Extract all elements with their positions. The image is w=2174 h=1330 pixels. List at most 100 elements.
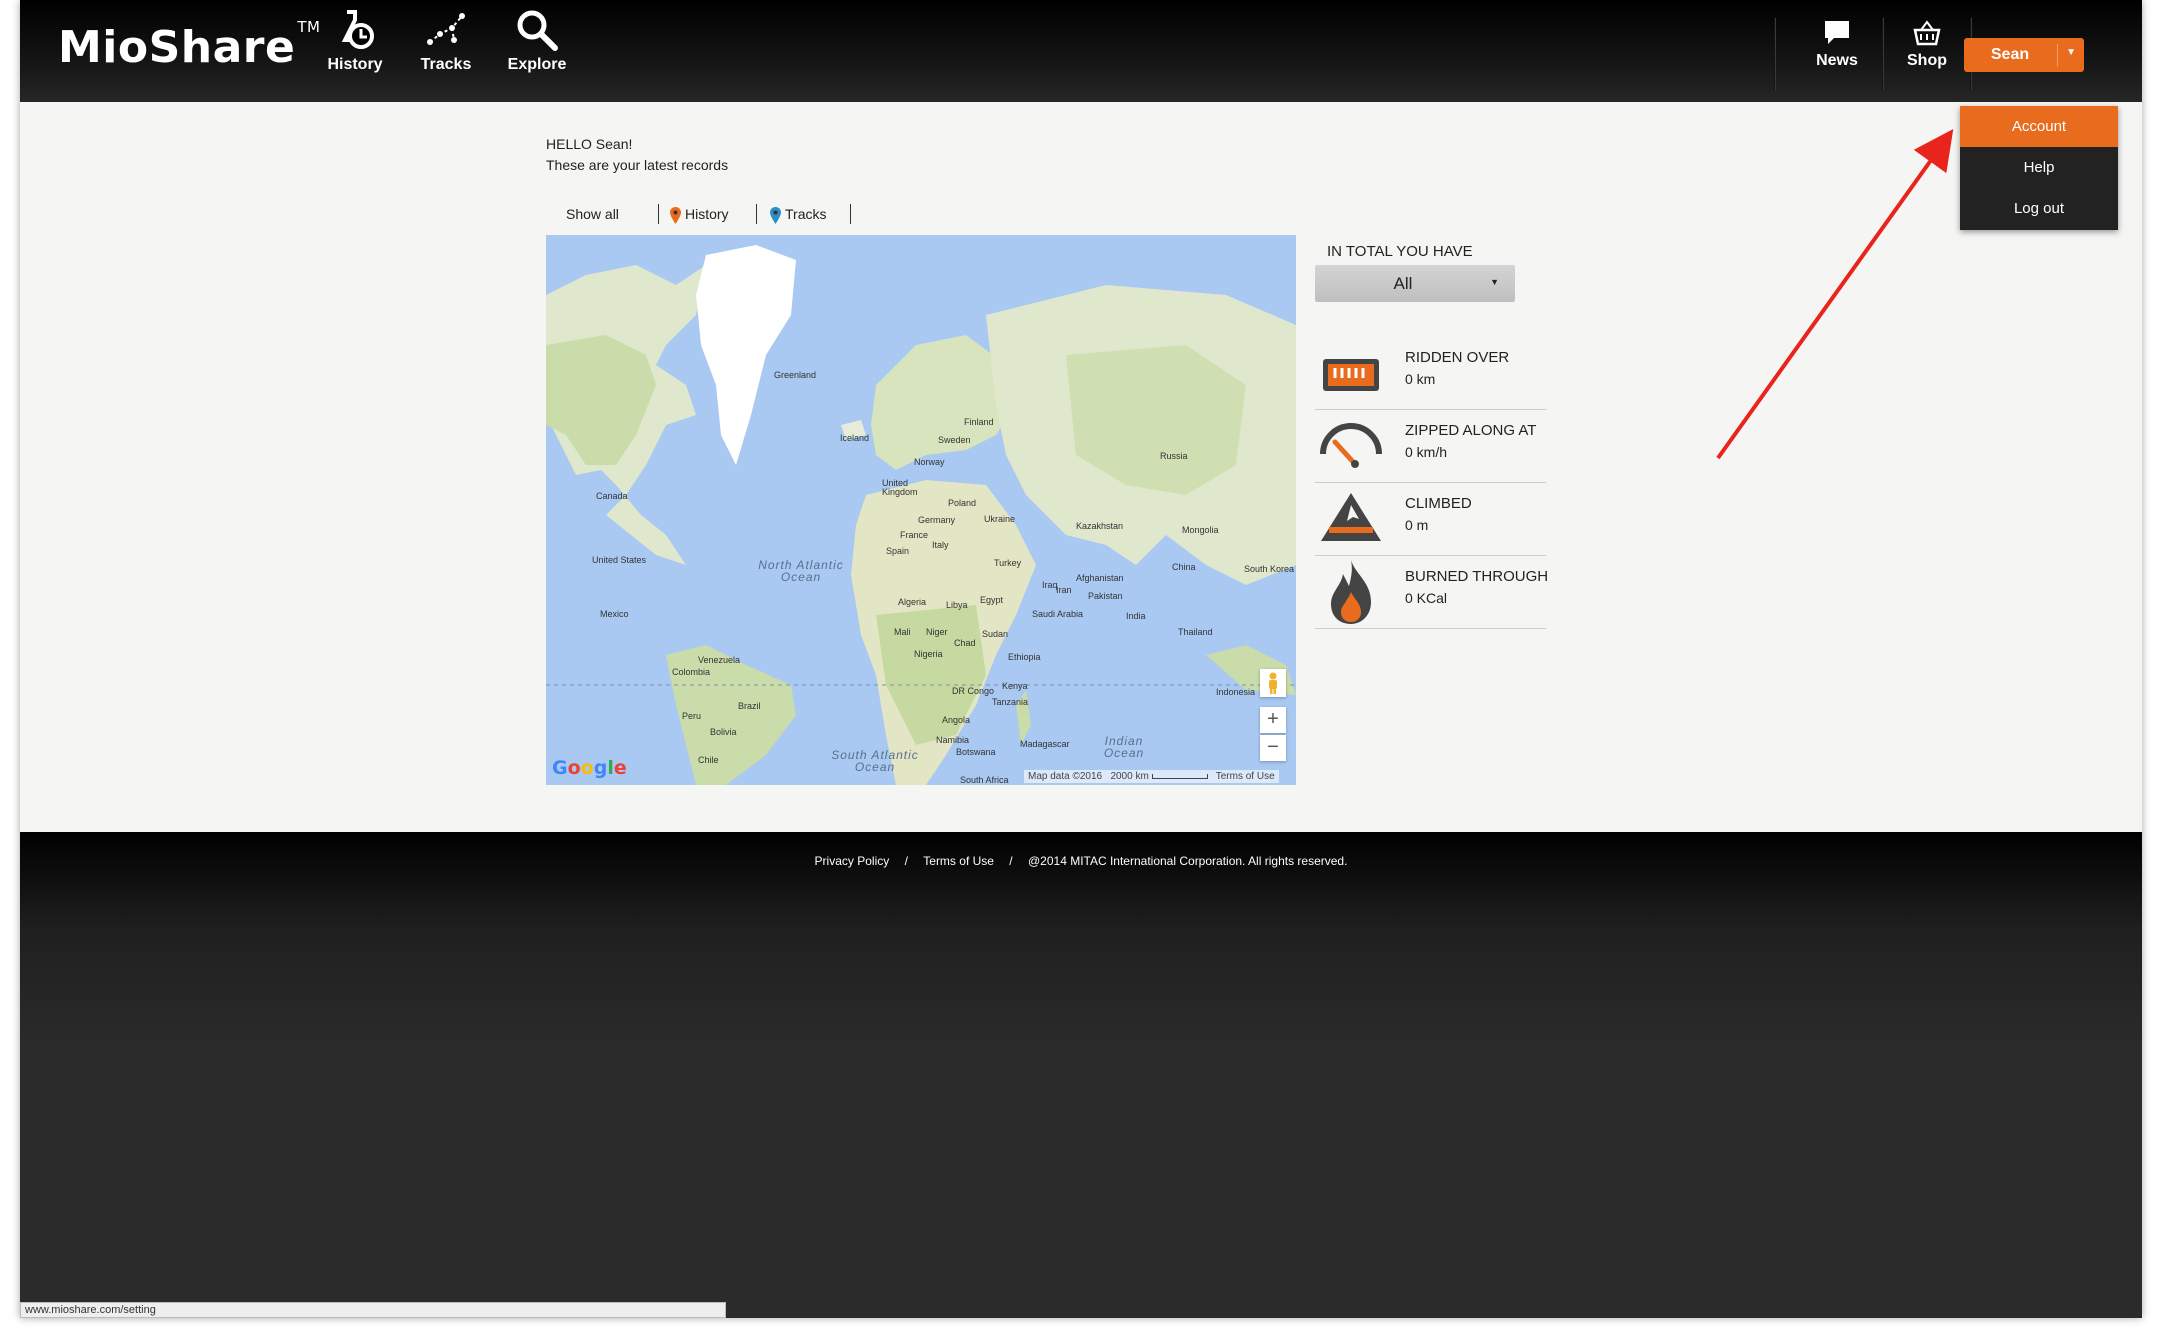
map-label: United Kingdom — [882, 478, 918, 497]
map-label: Madagascar — [1020, 739, 1070, 749]
pegman-icon[interactable] — [1260, 669, 1286, 697]
map-label: Spain — [886, 546, 910, 556]
user-dropdown-menu: Account Help Log out — [1960, 106, 2118, 230]
map-label: Norway — [914, 457, 945, 467]
map-label: Venezuela — [698, 655, 741, 665]
map-label: Namibia — [936, 735, 970, 745]
greeting: HELLO Sean! These are your latest record… — [546, 134, 728, 176]
map-label: Mexico — [600, 609, 629, 619]
odometer-icon — [1323, 359, 1379, 391]
nav-tracks[interactable]: Tracks — [401, 8, 491, 88]
map-label: Ethiopia — [1008, 652, 1041, 662]
map-attribution: Map data ©2016 2000 km Terms of Use — [1024, 770, 1279, 783]
map-label: Brazil — [738, 701, 761, 711]
stat-title: ZIPPED ALONG AT — [1405, 422, 1537, 439]
map-label: Poland — [948, 498, 977, 508]
map-label: Thailand — [1178, 627, 1213, 637]
mountain-icon — [1321, 493, 1381, 541]
nav-divider — [1774, 18, 1776, 90]
map-label: Germany — [918, 515, 956, 525]
copyright-text: @2014 MITAC International Corporation. A… — [1027, 854, 1348, 868]
top-nav-bar: MioShare TM History Tracks Explore News … — [20, 0, 2142, 102]
flame-icon — [1331, 560, 1371, 624]
map-data-text: Map data ©2016 — [1028, 771, 1103, 782]
nav-shop[interactable]: Shop — [1882, 18, 1972, 98]
ocean-label: North Atlantic Ocean — [758, 558, 844, 584]
stat-climb: CLIMBED 0 m — [1315, 483, 1546, 556]
filter-divider — [850, 204, 851, 224]
map-label: Russia — [1160, 451, 1188, 461]
stat-calories: BURNED THROUGH 0 KCal — [1315, 556, 1549, 629]
user-menu-button[interactable]: Sean ▼ — [1964, 38, 2084, 72]
map-label: Saudi Arabia — [1032, 609, 1084, 619]
stat-title: RIDDEN OVER — [1405, 349, 1510, 366]
mioshare-logo[interactable]: MioShare TM — [58, 18, 320, 73]
filter-tracks[interactable]: Tracks — [770, 202, 826, 226]
map-label: Peru — [682, 711, 702, 721]
world-map[interactable]: Greenland Iceland Finland Sweden Norway … — [546, 235, 1296, 785]
nav-explore[interactable]: Explore — [492, 8, 582, 88]
ocean-label: Indian Ocean — [1103, 734, 1145, 760]
map-label: Kazakhstan — [1076, 521, 1124, 531]
search-icon — [517, 10, 558, 51]
map-label: Niger — [926, 627, 948, 637]
terms-of-use-link[interactable]: Terms of Use — [923, 854, 994, 868]
map-label: Iran — [1056, 585, 1072, 595]
map-scale[interactable]: 2000 km — [1110, 771, 1148, 782]
map-label: Algeria — [898, 597, 927, 607]
map-terms-link[interactable]: Terms of Use — [1216, 771, 1275, 782]
map-label: Sudan — [982, 629, 1009, 639]
greeting-subtitle: These are your latest records — [546, 157, 729, 173]
stat-value: 0 km/h — [1405, 444, 1448, 460]
tracks-icon — [427, 13, 465, 45]
ocean-label: South Atlantic Ocean — [831, 748, 919, 774]
filter-divider — [756, 204, 757, 224]
menu-item-account[interactable]: Account — [1960, 106, 2118, 147]
period-select[interactable]: All ▼ — [1315, 265, 1515, 302]
footer-separator: / — [1009, 854, 1013, 868]
map-label: Iceland — [840, 433, 870, 443]
map-label: Angola — [942, 715, 971, 725]
map-label: Nigeria — [914, 649, 943, 659]
filter-history[interactable]: History — [670, 202, 729, 226]
nav-tracks-label: Tracks — [420, 56, 472, 73]
filter-divider — [658, 204, 659, 224]
map-label: Italy — [932, 540, 949, 550]
map-tiles[interactable] — [546, 235, 1296, 785]
map-label: Kenya — [1002, 681, 1028, 691]
map-label: South Africa — [960, 775, 1009, 785]
map-label: DR Congo — [952, 686, 995, 696]
map-label: United States — [592, 555, 647, 565]
zoom-out-button[interactable]: − — [1260, 735, 1286, 761]
map-label: Colombia — [672, 667, 711, 677]
nav-news[interactable]: News — [1792, 18, 1882, 98]
greeting-title: HELLO Sean! — [546, 136, 633, 152]
google-logo[interactable]: Google — [552, 757, 627, 779]
footer-links: Privacy Policy / Terms of Use / @2014 MI… — [20, 854, 2142, 868]
menu-item-help[interactable]: Help — [1960, 147, 2118, 188]
nav-history[interactable]: History — [310, 8, 400, 88]
stat-distance: RIDDEN OVER 0 km — [1315, 337, 1546, 410]
blue-pin-icon — [770, 206, 781, 224]
stat-value: 0 km — [1405, 371, 1436, 387]
footer-separator: / — [904, 854, 908, 868]
button-divider — [2057, 44, 2058, 66]
filter-show-all[interactable]: Show all — [566, 202, 619, 226]
map-label: Egypt — [980, 595, 1004, 605]
map-label: Chad — [954, 638, 976, 648]
map-label: Afghanistan — [1076, 573, 1124, 583]
stat-title: BURNED THROUGH — [1405, 568, 1549, 585]
caret-down-icon: ▼ — [1490, 277, 1499, 287]
menu-item-logout[interactable]: Log out — [1960, 188, 2118, 229]
privacy-policy-link[interactable]: Privacy Policy — [815, 854, 890, 868]
page-footer: Privacy Policy / Terms of Use / @2014 MI… — [20, 832, 2142, 1318]
main-content: HELLO Sean! These are your latest record… — [20, 102, 2142, 832]
stat-value: 0 m — [1405, 517, 1429, 533]
chat-icon — [1825, 21, 1849, 44]
map-label: Tanzania — [992, 697, 1029, 707]
zoom-in-button[interactable]: + — [1260, 707, 1286, 733]
map-label: South Korea — [1244, 564, 1295, 574]
speedometer-icon — [1320, 423, 1382, 468]
nav-history-label: History — [327, 56, 383, 73]
map-label: Turkey — [994, 558, 1022, 568]
